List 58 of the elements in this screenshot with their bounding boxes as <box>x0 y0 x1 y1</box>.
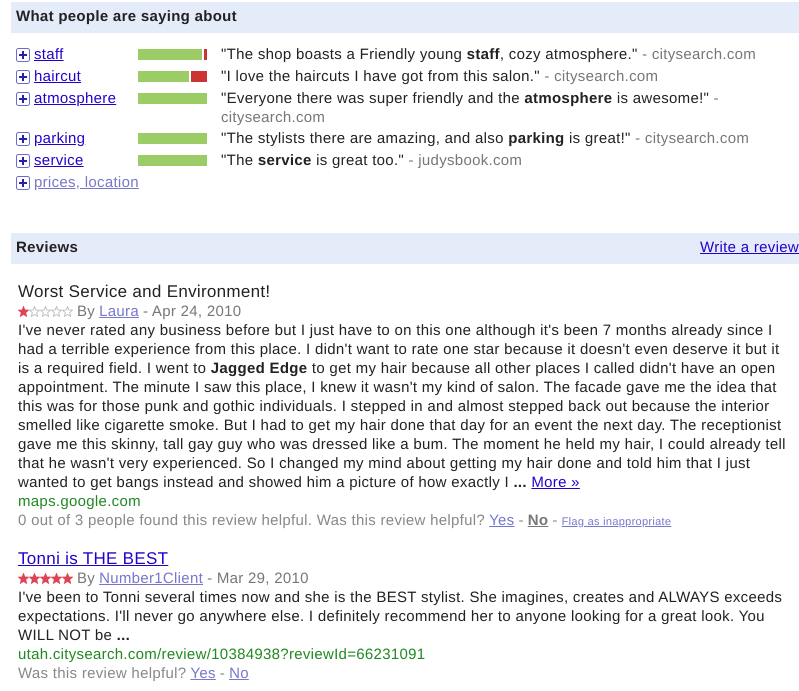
sentiment-bar <box>138 71 207 82</box>
star-icon <box>18 573 29 584</box>
author-link[interactable]: Number1Client <box>99 569 204 588</box>
expand-icon[interactable] <box>16 70 30 84</box>
section-title: What people are saying about <box>16 7 237 28</box>
star-icon <box>40 306 51 317</box>
review-quote: "I love the haircuts I have got from this salon." - citysearch.com <box>221 67 660 86</box>
star-icon <box>62 573 73 584</box>
review-date: - Apr 24, 2010 <box>142 302 242 321</box>
separator-text: - <box>220 664 226 683</box>
separator-text: - <box>552 511 558 530</box>
review-text: I've never rated any business before but I just have to on this one although it's been 7 months already since I had a terrible experience from this place. I didn't want to rate one star because it doesn't even deserve it but it is a required field. I went to Jagged Edge to get my hair because all other places I called didn't have an open appointment. The minute I saw this place, I knew it wasn't my kind of salon. The facade gave me the idea that this was for those punk and gothic individuals. I stepped in and almost stepped back out because the interior smelled like cigarette smoke. But I had to get my hair done that day for an event the next day. The receptionist gave me this skinny, tall gay guy who was dressed like a bum. The moment he held my hair, I could already tell that he wasn't very experienced. So I changed my mind about getting my hair done and told him that I just wanted to get bangs instead and showed him a picture of how exactly I ... More » <box>18 321 787 492</box>
more-link[interactable]: More » <box>531 474 580 491</box>
by-label: By <box>77 302 96 321</box>
author-link[interactable]: Laura <box>99 302 139 321</box>
expand-icon[interactable] <box>16 48 30 62</box>
review-date: - Mar 29, 2010 <box>207 569 309 588</box>
review-title-link[interactable]: Tonni is THE BEST <box>18 549 168 569</box>
sentiment-bar <box>138 93 207 104</box>
topic-link[interactable]: staff <box>34 45 64 64</box>
topic-link[interactable]: parking <box>34 129 86 148</box>
review-quote: "The service is great too." - judysbook.com <box>221 151 524 170</box>
vote-link[interactable]: Yes <box>489 511 514 530</box>
source-url: utah.citysearch.com/review/10384938?reviewId=66231091 <box>18 646 426 663</box>
topic-link[interactable]: atmosphere <box>34 89 116 108</box>
star-icon <box>51 306 62 317</box>
topic-link[interactable]: haircut <box>34 67 82 86</box>
star-icon <box>40 573 51 584</box>
expand-icon[interactable] <box>16 176 30 190</box>
review-title: Worst Service and Environment! <box>18 282 270 302</box>
expand-icon[interactable] <box>16 132 30 146</box>
star-icon <box>51 573 62 584</box>
flag-link[interactable]: Flag as inappropriate <box>562 513 672 532</box>
separator-text: - <box>518 511 524 530</box>
source-url: maps.google.com <box>18 493 141 510</box>
review-text: I've been to Tonni several times now and she is the BEST stylist. She imagines, creates and ALWAYS exceeds expectations. I'll never go anywhere else. I definitely recommend her to anyone looking for a great look. You WILL NOT be ... <box>18 588 784 645</box>
vote-link[interactable]: Yes <box>190 664 216 683</box>
star-icon <box>29 306 40 317</box>
write-review-link[interactable]: Write a review <box>700 237 799 260</box>
star-icon <box>62 306 73 317</box>
vote-link[interactable]: No <box>528 511 548 530</box>
expand-icon[interactable] <box>16 92 30 106</box>
star-icon <box>29 573 40 584</box>
sentiment-bar <box>138 133 207 144</box>
vote-link[interactable]: No <box>229 664 249 683</box>
expand-icon[interactable] <box>16 154 30 168</box>
topic-link[interactable]: prices, location <box>34 173 139 192</box>
review-quote: "The shop boasts a Friendly young staff, cozy atmosphere." - citysearch.com <box>221 45 758 64</box>
section-title: Reviews <box>16 238 78 258</box>
topic-link[interactable]: service <box>34 151 84 170</box>
helpful-text: 0 out of 3 people found this review helpful. Was this review helpful? <box>18 511 486 530</box>
review-quote: "Everyone there was super friendly and the atmosphere is awesome!" - citysearch.com <box>221 89 720 127</box>
by-label: By <box>77 569 96 588</box>
helpful-text: Was this review helpful? <box>18 664 186 683</box>
review-quote: "The stylists there are amazing, and also parking is great!" - citysearch.com <box>221 129 750 148</box>
sentiment-bar <box>138 155 207 166</box>
star-icon <box>18 306 29 317</box>
sentiment-bar <box>138 49 207 60</box>
